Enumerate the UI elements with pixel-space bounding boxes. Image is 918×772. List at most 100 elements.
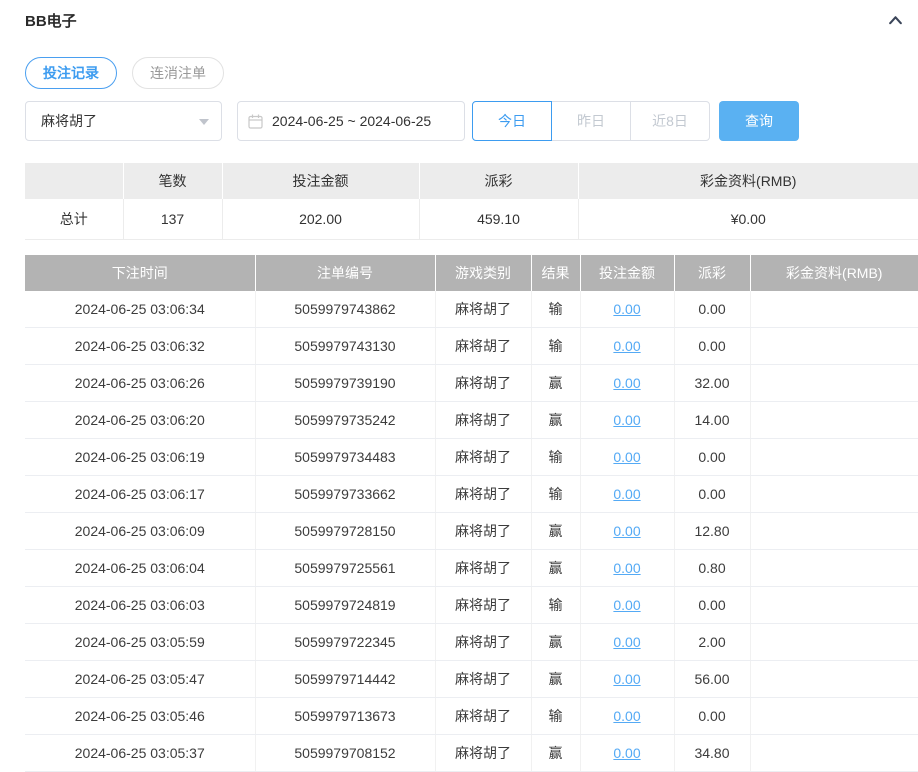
total-label-cell: 总计 <box>25 199 123 239</box>
game-type-cell: 麻将胡了 <box>435 661 531 698</box>
result-cell: 赢 <box>531 365 580 402</box>
bet-time-cell: 2024-06-25 03:05:59 <box>25 624 255 661</box>
table-row: 2024-06-25 03:05:475059979714442麻将胡了赢0.0… <box>25 661 918 698</box>
bet-amount-cell: 0.00 <box>580 661 674 698</box>
total-payout-cell: 459.10 <box>419 199 578 239</box>
bet-amount-cell: 0.00 <box>580 328 674 365</box>
result-cell: 赢 <box>531 513 580 550</box>
last-8-days-button[interactable]: 近8日 <box>630 101 710 141</box>
search-button[interactable]: 查询 <box>719 101 799 141</box>
bet-amount-cell: 0.00 <box>580 476 674 513</box>
bet-time-cell: 2024-06-25 03:06:34 <box>25 291 255 328</box>
bet-table-header-row: 下注时间注单编号游戏类别结果投注金额派彩彩金资料(RMB) <box>25 255 918 291</box>
bet-amount-link[interactable]: 0.00 <box>613 745 640 761</box>
summary-table: 笔数投注金额派彩彩金资料(RMB) 总计137202.00459.10¥0.00 <box>25 163 918 240</box>
result-cell: 赢 <box>531 550 580 587</box>
jackpot-cell <box>750 476 918 513</box>
bet-time-cell: 2024-06-25 03:06:19 <box>25 439 255 476</box>
bet-amount-cell: 0.00 <box>580 365 674 402</box>
payout-cell: 0.00 <box>674 476 750 513</box>
table-row: 2024-06-25 03:05:375059979708152麻将胡了赢0.0… <box>25 735 918 772</box>
jackpot-cell <box>750 439 918 476</box>
game-type-cell: 麻将胡了 <box>435 365 531 402</box>
bet-amount-link[interactable]: 0.00 <box>613 375 640 391</box>
date-range-value: 2024-06-25 ~ 2024-06-25 <box>272 113 431 129</box>
jackpot-cell <box>750 550 918 587</box>
bet-column-header: 注单编号 <box>255 255 435 291</box>
game-type-cell: 麻将胡了 <box>435 550 531 587</box>
panel-header: BB电子 <box>0 0 918 31</box>
today-button[interactable]: 今日 <box>472 101 552 141</box>
filter-bar: 麻将胡了 2024-06-25 ~ 2024-06-25 今日 昨日 近8日 查… <box>25 101 918 141</box>
summary-column-header: 笔数 <box>123 163 222 199</box>
result-cell: 输 <box>531 439 580 476</box>
result-cell: 赢 <box>531 624 580 661</box>
jackpot-cell <box>750 661 918 698</box>
game-type-cell: 麻将胡了 <box>435 735 531 772</box>
result-cell: 赢 <box>531 735 580 772</box>
result-cell: 赢 <box>531 402 580 439</box>
game-type-cell: 麻将胡了 <box>435 476 531 513</box>
tab-cancelled-orders[interactable]: 连消注单 <box>132 57 224 89</box>
bet-amount-link[interactable]: 0.00 <box>613 338 640 354</box>
chevron-down-icon <box>199 119 209 130</box>
game-select[interactable]: 麻将胡了 <box>25 101 222 141</box>
bet-amount-link[interactable]: 0.00 <box>613 708 640 724</box>
bet-amount-link[interactable]: 0.00 <box>613 560 640 576</box>
order-id-cell: 5059979743130 <box>255 328 435 365</box>
table-row: 2024-06-25 03:05:465059979713673麻将胡了输0.0… <box>25 698 918 735</box>
table-row: 2024-06-25 03:06:035059979724819麻将胡了输0.0… <box>25 587 918 624</box>
summary-column-header: 投注金额 <box>222 163 419 199</box>
record-tabs: 投注记录 连消注单 <box>25 57 918 89</box>
order-id-cell: 5059979722345 <box>255 624 435 661</box>
summary-total-row: 总计137202.00459.10¥0.00 <box>25 199 918 239</box>
bet-time-cell: 2024-06-25 03:06:03 <box>25 587 255 624</box>
bet-amount-link[interactable]: 0.00 <box>613 412 640 428</box>
bet-amount-link[interactable]: 0.00 <box>613 449 640 465</box>
game-select-value: 麻将胡了 <box>41 111 97 131</box>
payout-cell: 0.00 <box>674 587 750 624</box>
table-row: 2024-06-25 03:06:095059979728150麻将胡了赢0.0… <box>25 513 918 550</box>
table-row: 2024-06-25 03:06:265059979739190麻将胡了赢0.0… <box>25 365 918 402</box>
chevron-up-icon <box>887 17 904 32</box>
result-cell: 输 <box>531 328 580 365</box>
bet-amount-cell: 0.00 <box>580 698 674 735</box>
payout-cell: 0.00 <box>674 698 750 735</box>
payout-cell: 0.00 <box>674 328 750 365</box>
game-type-cell: 麻将胡了 <box>435 291 531 328</box>
jackpot-cell <box>750 402 918 439</box>
jackpot-cell <box>750 328 918 365</box>
bet-column-header: 彩金资料(RMB) <box>750 255 918 291</box>
total-bet-amount-cell: 202.00 <box>222 199 419 239</box>
bet-column-header: 投注金额 <box>580 255 674 291</box>
result-cell: 输 <box>531 587 580 624</box>
bet-time-cell: 2024-06-25 03:06:32 <box>25 328 255 365</box>
order-id-cell: 5059979708152 <box>255 735 435 772</box>
table-row: 2024-06-25 03:06:345059979743862麻将胡了输0.0… <box>25 291 918 328</box>
date-range-picker[interactable]: 2024-06-25 ~ 2024-06-25 <box>237 101 465 141</box>
jackpot-cell <box>750 698 918 735</box>
tab-bet-records[interactable]: 投注记录 <box>25 57 117 89</box>
bet-amount-link[interactable]: 0.00 <box>613 486 640 502</box>
table-row: 2024-06-25 03:05:595059979722345麻将胡了赢0.0… <box>25 624 918 661</box>
game-type-cell: 麻将胡了 <box>435 587 531 624</box>
result-cell: 输 <box>531 291 580 328</box>
payout-cell: 0.00 <box>674 291 750 328</box>
yesterday-button[interactable]: 昨日 <box>551 101 631 141</box>
bet-time-cell: 2024-06-25 03:06:26 <box>25 365 255 402</box>
collapse-button[interactable] <box>887 12 904 29</box>
bet-amount-cell: 0.00 <box>580 439 674 476</box>
bet-amount-link[interactable]: 0.00 <box>613 301 640 317</box>
game-type-cell: 麻将胡了 <box>435 698 531 735</box>
bet-amount-link[interactable]: 0.00 <box>613 523 640 539</box>
summary-header-row: 笔数投注金额派彩彩金资料(RMB) <box>25 163 918 199</box>
bet-amount-link[interactable]: 0.00 <box>613 634 640 650</box>
bet-amount-link[interactable]: 0.00 <box>613 597 640 613</box>
jackpot-cell <box>750 735 918 772</box>
bet-amount-link[interactable]: 0.00 <box>613 671 640 687</box>
payout-cell: 2.00 <box>674 624 750 661</box>
table-row: 2024-06-25 03:06:325059979743130麻将胡了输 0.0… <box>25 328 918 365</box>
order-id-cell: 5059979714442 <box>255 661 435 698</box>
game-type-cell: 麻将胡了 <box>435 328 531 365</box>
bet-time-cell: 2024-06-25 03:05:47 <box>25 661 255 698</box>
